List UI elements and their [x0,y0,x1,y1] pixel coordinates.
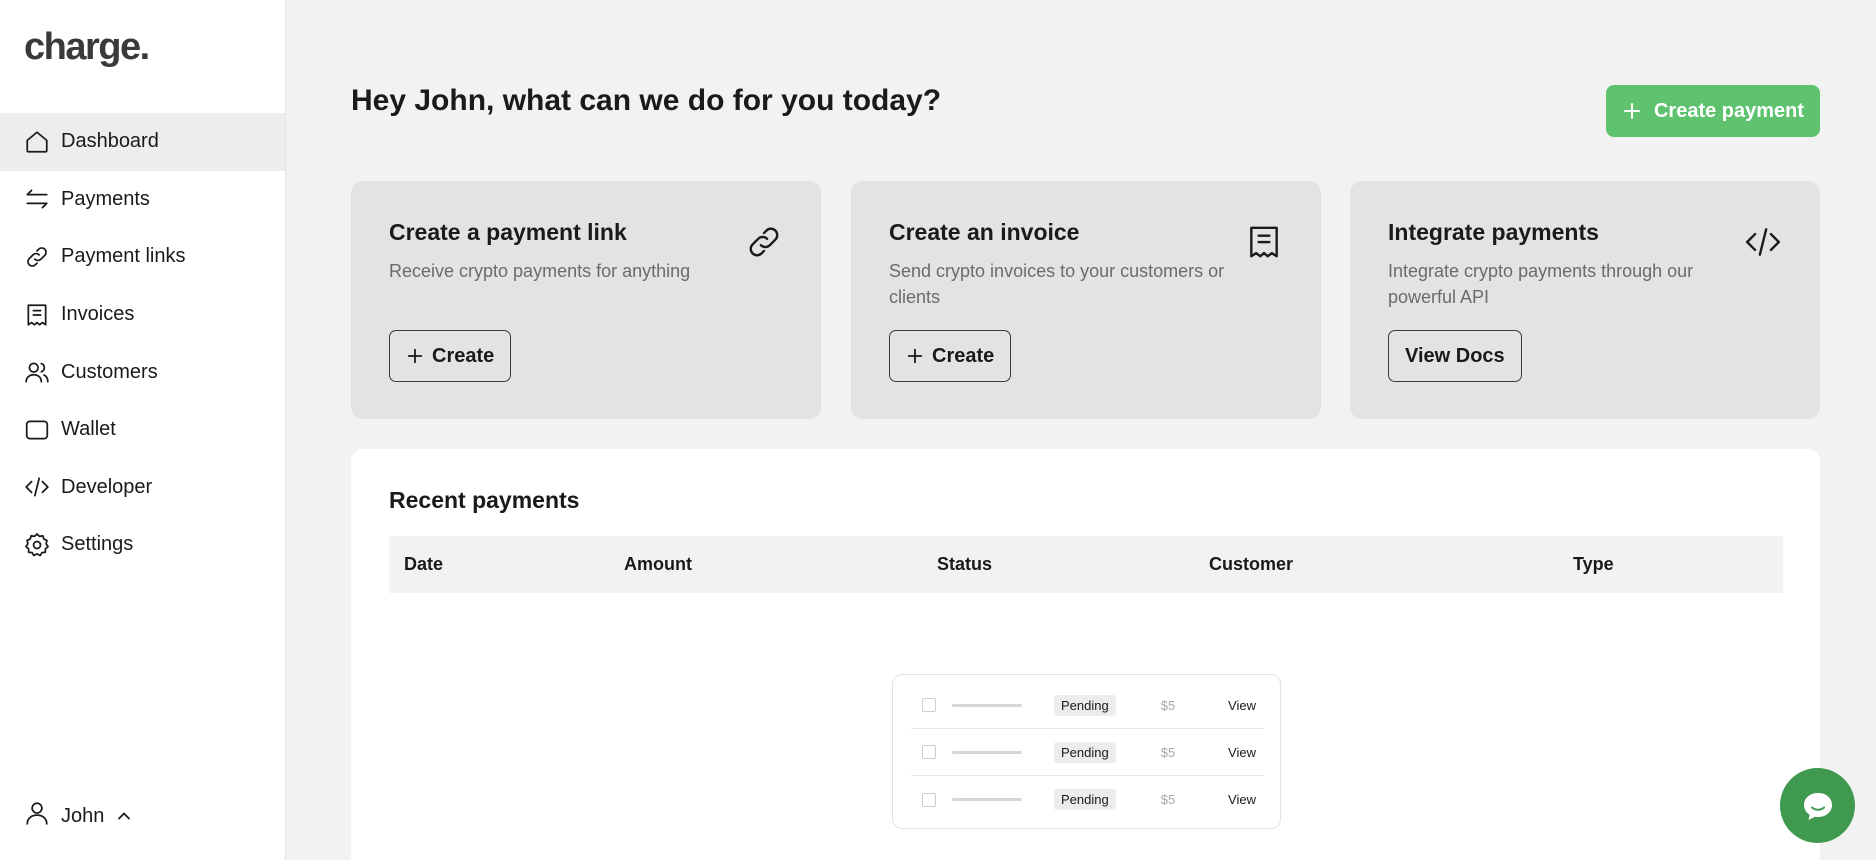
sidebar-item-developer[interactable]: Developer [0,459,285,517]
sidebar-item-wallet[interactable]: Wallet [0,401,285,459]
view-link: View [1228,792,1256,807]
status-badge: Pending [1054,694,1116,716]
create-payment-button[interactable]: Create payment [1606,85,1820,137]
status-badge: Pending [1054,789,1116,810]
card-description: Send crypto invoices to your customers o… [889,261,1225,307]
checkbox-placeholder [922,698,936,712]
user-icon [24,800,50,832]
card-description: Integrate crypto payments through our po… [1388,261,1694,307]
checkbox-placeholder [922,792,936,807]
receipt-icon [1245,223,1283,261]
button-label: Create [432,344,495,367]
code-icon [1744,223,1782,261]
sidebar-item-settings[interactable]: Settings [0,516,285,574]
sidebar-item-label: Payment links [61,245,186,268]
card-title: Create an invoice [889,219,1080,245]
card-integrate: Integrate payments Integrate crypto paym… [1350,181,1820,419]
user-name: John [61,804,105,827]
home-icon [24,129,50,155]
column-header-amount[interactable]: Amount [624,554,692,575]
view-link: View [1228,697,1256,713]
sidebar-item-label: Invoices [61,303,135,326]
recent-payments-panel: Recent payments Date Amount Status Custo… [351,449,1820,860]
create-payment-label: Create payment [1653,99,1805,122]
button-label: Create [932,344,995,367]
wallet-icon [24,417,50,443]
create-invoice-button[interactable]: Create [889,330,1012,382]
arrows-icon [24,186,50,212]
column-header-type: Type [1573,554,1614,574]
sidebar-item-label: Dashboard [61,130,159,153]
plus-icon [406,347,424,365]
plus-icon [1622,101,1642,121]
sidebar-item-label: Wallet [61,418,116,441]
column-header-date[interactable]: Date [404,554,443,575]
card-description: Receive crypto payments for anything [389,261,691,281]
card-payment-link: Create a payment link Receive crypto pay… [351,181,821,419]
card-invoice: Create an invoice Send crypto invoices t… [851,181,1321,419]
app-logo[interactable]: charge. [24,26,150,69]
text-placeholder [952,798,1022,801]
amount-text: $5 [1160,744,1176,760]
link-icon [24,244,50,270]
view-link: View [1228,744,1256,760]
sidebar-item-dashboard[interactable]: Dashboard [0,113,285,171]
chat-bubble-icon [1798,786,1838,826]
page-title: Hey John, what can we do for you today? [351,84,942,117]
checkbox-placeholder [922,745,936,759]
placeholder-row: Pending $5 View [911,729,1264,776]
plus-icon [906,347,924,365]
sidebar-item-label: Customers [61,360,158,383]
gear-icon [24,532,50,558]
table-header: Date Amount Status Customer Type [389,536,1783,593]
sidebar-item-payments[interactable]: Payments [0,171,285,229]
sidebar-item-label: Settings [61,533,134,556]
sidebar-item-payment-links[interactable]: Payment links [0,228,285,286]
chat-launcher-button[interactable] [1780,768,1855,843]
placeholder-row: Pending $5 View [911,682,1264,729]
amount-text: $5 [1160,792,1176,807]
sidebar-item-customers[interactable]: Customers [0,343,285,401]
column-header-customer[interactable]: Customer [1209,554,1293,575]
card-title: Integrate payments [1388,219,1599,245]
text-placeholder [952,750,1022,754]
amount-text: $5 [1160,697,1176,713]
sidebar-item-label: Developer [61,475,153,498]
sidebar-item-label: Payments [61,187,150,210]
section-title: Recent payments [389,487,580,513]
status-badge: Pending [1054,741,1116,763]
sidebar-nav: Dashboard Payments Payment links Invoice… [0,113,285,574]
code-icon [24,474,50,500]
view-docs-button[interactable]: View Docs [1388,330,1522,382]
link-icon [745,223,783,261]
user-menu[interactable]: John [24,800,132,832]
receipt-icon [24,302,50,328]
sidebar-item-invoices[interactable]: Invoices [0,286,285,344]
placeholder-row: Pending $5 View [911,776,1264,823]
sidebar: charge. Dashboard Payments Payment links… [0,0,286,860]
card-title: Create a payment link [389,219,627,245]
create-payment-link-button[interactable]: Create [389,330,512,382]
column-header-status[interactable]: Status [937,554,992,575]
users-icon [24,359,50,385]
empty-state-illustration: Pending $5 View Pending $5 View Pending … [892,674,1281,829]
button-label: View Docs [1405,344,1505,367]
chevron-up-icon [116,808,132,824]
text-placeholder [952,703,1022,707]
